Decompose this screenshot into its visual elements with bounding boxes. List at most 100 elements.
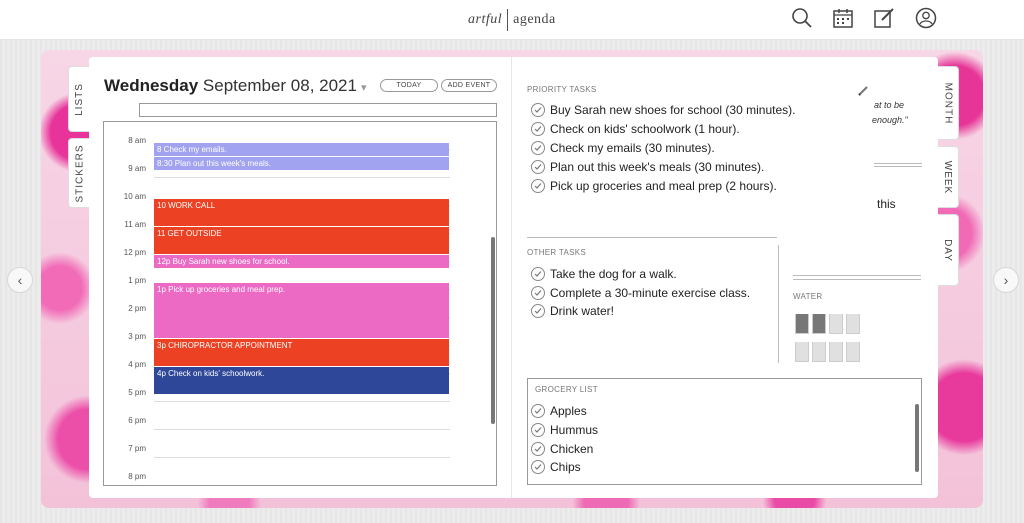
priority-tasks-heading: PRIORITY TASKS — [527, 85, 597, 94]
previous-arrow-icon[interactable]: ‹ — [7, 267, 33, 293]
priority-task-item[interactable]: Pick up groceries and meal prep (2 hours… — [531, 179, 777, 193]
water-glass-icon[interactable] — [846, 342, 860, 362]
water-glass-icon[interactable] — [829, 314, 843, 334]
water-heading: WATER — [793, 292, 823, 301]
brand-part-agenda: agenda — [513, 12, 556, 28]
checkmark-icon[interactable] — [531, 442, 545, 456]
divider — [527, 237, 777, 238]
hour-row: 6 pm — [104, 402, 496, 430]
tab-lists-label: LISTS — [74, 82, 86, 116]
next-arrow-icon[interactable]: › — [993, 267, 1019, 293]
checkmark-icon[interactable] — [531, 141, 545, 155]
brand-logo[interactable]: artful agenda — [468, 9, 556, 31]
chevron-down-icon[interactable]: ▾ — [361, 82, 367, 94]
day-date: September 08, 2021 — [202, 76, 357, 95]
event-chiropractor[interactable]: 3p CHIROPRACTOR APPOINTMENT — [154, 339, 449, 366]
task-text: Pick up groceries and meal prep (2 hours… — [550, 179, 777, 193]
calendar-icon[interactable] — [830, 5, 856, 31]
other-task-item[interactable]: Drink water! — [531, 304, 614, 318]
tab-day[interactable]: DAY — [937, 214, 959, 286]
checkmark-icon[interactable] — [531, 460, 545, 474]
hour-label: 10 am — [123, 192, 146, 201]
checkmark-icon[interactable] — [531, 423, 545, 437]
schedule-scrollbar[interactable] — [491, 237, 495, 424]
water-glass-icon[interactable] — [795, 314, 809, 334]
search-icon[interactable] — [789, 5, 815, 31]
priority-task-item[interactable]: Plan out this week's meals (30 minutes). — [531, 160, 764, 174]
hour-label: 3 pm — [128, 332, 146, 341]
tab-month[interactable]: MONTH — [937, 66, 959, 140]
water-glass-icon[interactable] — [846, 314, 860, 334]
water-glass-icon[interactable] — [795, 342, 809, 362]
task-text: Check on kids' schoolwork (1 hour). — [550, 122, 740, 136]
water-glass-icon[interactable] — [829, 342, 843, 362]
checkmark-icon[interactable] — [531, 267, 545, 281]
other-task-item[interactable]: Complete a 30-minute exercise class. — [531, 286, 750, 300]
priority-task-item[interactable]: Check my emails (30 minutes). — [531, 141, 715, 155]
tab-lists[interactable]: LISTS — [68, 66, 90, 132]
event-buy-shoes[interactable]: 12p Buy Sarah new shoes for school. — [154, 255, 449, 268]
checkmark-icon[interactable] — [531, 122, 545, 136]
divider — [778, 245, 779, 363]
hour-label: 5 pm — [128, 388, 146, 397]
hour-label: 1 pm — [128, 276, 146, 285]
divider — [793, 279, 921, 280]
grocery-list-heading: GROCERY LIST — [535, 385, 598, 394]
pencil-icon[interactable] — [857, 84, 869, 96]
hour-label: 7 pm — [128, 444, 146, 453]
quote-fragment: enough." — [872, 115, 908, 125]
task-text: Drink water! — [550, 304, 615, 318]
brand-part-artful: artful — [468, 12, 503, 28]
quote-fragment: at to be — [874, 100, 905, 110]
day-title[interactable]: Wednesday September 08, 2021 ▾ — [104, 76, 367, 96]
day-name: Wednesday — [104, 76, 199, 95]
grocery-scrollbar[interactable] — [915, 404, 919, 472]
add-event-button[interactable]: ADD EVENT — [441, 79, 497, 92]
day-note-input[interactable] — [139, 103, 497, 117]
checkmark-icon[interactable] — [531, 103, 545, 117]
divider — [874, 163, 922, 164]
event-work-call[interactable]: 10 WORK CALL — [154, 199, 449, 226]
grocery-item[interactable]: Hummus — [531, 423, 598, 437]
priority-task-item[interactable]: Check on kids' schoolwork (1 hour). — [531, 122, 740, 136]
checkmark-icon[interactable] — [531, 304, 545, 318]
checkmark-icon[interactable] — [531, 286, 545, 300]
hour-row: 8 pm — [104, 458, 496, 486]
water-glass-icon[interactable] — [812, 314, 826, 334]
grocery-item-text: Chips — [550, 460, 581, 474]
user-profile-icon[interactable] — [913, 5, 939, 31]
hour-label: 2 pm — [128, 304, 146, 313]
hour-label: 4 pm — [128, 360, 146, 369]
grocery-item-text: Apples — [550, 404, 587, 418]
grocery-item[interactable]: Apples — [531, 404, 587, 418]
water-glass-icon[interactable] — [812, 342, 826, 362]
grocery-item-text: Chicken — [550, 442, 594, 456]
task-text: Check my emails (30 minutes). — [550, 141, 715, 155]
event-plan-meals[interactable]: 8:30 Plan out this week's meals. — [154, 157, 449, 170]
brand-divider — [507, 9, 509, 31]
checkmark-icon[interactable] — [531, 160, 545, 174]
tab-stickers[interactable]: STICKERS — [68, 138, 90, 208]
edit-note-icon[interactable] — [871, 5, 897, 31]
priority-task-item[interactable]: Buy Sarah new shoes for school (30 minut… — [531, 103, 795, 117]
hour-label: 9 am — [128, 164, 146, 173]
hour-label: 8 pm — [128, 472, 146, 481]
hour-label: 8 am — [128, 136, 146, 145]
event-check-emails[interactable]: 8 Check my emails. — [154, 143, 449, 156]
tab-week[interactable]: WEEK — [937, 146, 959, 208]
checkmark-icon[interactable] — [531, 404, 545, 418]
grocery-item[interactable]: Chips — [531, 460, 581, 474]
event-get-outside[interactable]: 11 GET OUTSIDE — [154, 227, 449, 254]
grocery-item-text: Hummus — [550, 423, 599, 437]
hour-divider — [154, 485, 450, 486]
grocery-item[interactable]: Chicken — [531, 442, 593, 456]
task-text: Plan out this week's meals (30 minutes). — [550, 160, 765, 174]
note-fragment: this — [877, 197, 896, 211]
other-task-item[interactable]: Take the dog for a walk. — [531, 267, 677, 281]
day-schedule: 8 am 9 am 10 am 11 am 12 pm 1 pm 2 pm 3 … — [103, 121, 497, 486]
event-kids-schoolwork[interactable]: 4p Check on kids' schoolwork. — [154, 367, 449, 394]
event-groceries[interactable]: 1p Pick up groceries and meal prep. — [154, 283, 449, 338]
today-button[interactable]: TODAY — [380, 79, 438, 92]
tab-week-label: WEEK — [942, 160, 954, 194]
checkmark-icon[interactable] — [531, 179, 545, 193]
